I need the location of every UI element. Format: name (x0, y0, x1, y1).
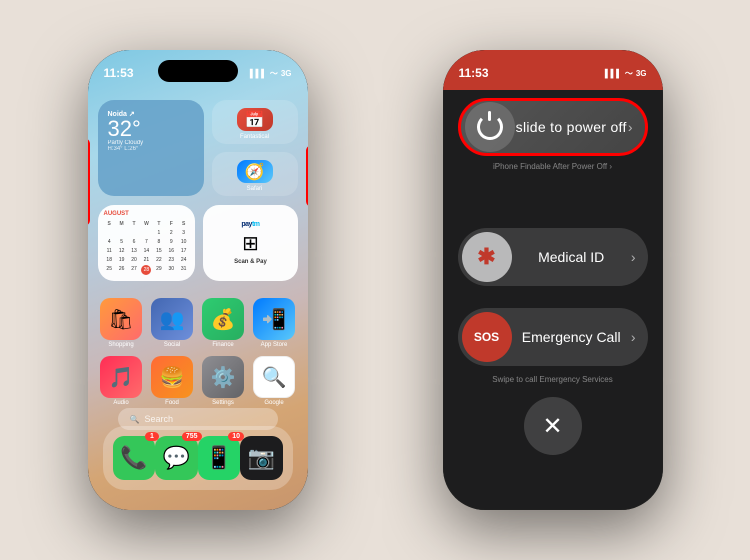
status-icons-left: ▌▌▌ 〜 3G (250, 68, 292, 79)
status-bar-right: 11:53 ▌▌▌ 〜 3G (443, 50, 663, 90)
paytm-logo: paytm (241, 221, 259, 228)
sos-slider[interactable]: SOS Emergency Call › (458, 308, 648, 366)
power-screen: 11:53 ▌▌▌ 〜 3G slide to power off › iPho… (443, 50, 663, 510)
weather-widget[interactable]: Noida ↗ 32° Partly Cloudy H:34° L:26° (98, 100, 204, 196)
fantastical-icon: 📅 (237, 108, 273, 131)
calendar-widget[interactable]: AUGUST S M T W T F S 1 2 (98, 205, 196, 281)
food-icon: 🍔 (151, 356, 193, 398)
calendar-grid: S M T W T F S 1 2 3 4 (104, 220, 190, 275)
swipe-hint: Swipe to call Emergency Services (443, 375, 663, 384)
top-widget-col: 📅 Fantastical 🧭 Safari (212, 100, 298, 196)
fantastical-label: Fantastical (240, 134, 269, 140)
status-icons-right: ▌▌▌ 〜 3G (605, 68, 647, 79)
search-placeholder: Search (144, 414, 173, 424)
safari-label: Safari (247, 186, 263, 192)
weather-temp: 32° (108, 118, 194, 140)
app-food[interactable]: 🍔 Food (149, 356, 196, 406)
qr-icon: ⊞ (242, 231, 259, 256)
social-icon: 👥 (151, 298, 193, 340)
emergency-call-label: Emergency Call (512, 329, 631, 345)
power-symbol-icon (477, 114, 503, 140)
finance-icon: 💰 (202, 298, 244, 340)
dock-whatsapp[interactable]: 📱 10 (198, 436, 241, 480)
power-off-slider[interactable]: slide to power off › (458, 98, 648, 156)
widget-row: Noida ↗ 32° Partly Cloudy H:34° L:26° 📅 … (98, 100, 298, 196)
left-phone: 11:53 ▌▌▌ 〜 3G Noida ↗ 32° Partly Cloudy… (88, 50, 308, 510)
app-audio[interactable]: 🎵 Audio (98, 356, 145, 406)
dock: 📞 1 💬 755 📱 10 📷 (103, 426, 293, 490)
findable-text: iPhone Findable After Power Off › (443, 162, 663, 171)
time-left: 11:53 (104, 66, 134, 80)
app-appstore[interactable]: 📲 App Store (251, 298, 298, 348)
right-phone: 11:53 ▌▌▌ 〜 3G slide to power off › iPho… (443, 50, 663, 510)
appstore-icon: 📲 (253, 298, 295, 340)
sos-icon: SOS (462, 312, 512, 362)
medical-chevron-icon: › (631, 249, 636, 265)
signal-icon: ▌▌▌ (250, 69, 267, 78)
dock-messages[interactable]: 💬 755 (155, 436, 198, 480)
power-off-label: slide to power off (515, 119, 628, 135)
calendar-month: AUGUST (104, 211, 190, 217)
time-right: 11:53 (459, 66, 489, 80)
fantastical-widget[interactable]: 📅 Fantastical (212, 100, 298, 144)
home-screen: 11:53 ▌▌▌ 〜 3G Noida ↗ 32° Partly Cloudy… (88, 50, 308, 510)
app-social[interactable]: 👥 Social (149, 298, 196, 348)
sos-chevron-icon: › (631, 329, 636, 345)
paytm-widget[interactable]: paytm ⊞ Scan & Pay (203, 205, 297, 281)
wifi-icon: 〜 (270, 68, 278, 79)
weather-range: H:34° L:26° (108, 146, 194, 152)
search-icon: 🔍 (130, 415, 140, 424)
app-google[interactable]: 🔍 Google (251, 356, 298, 406)
cancel-button[interactable]: ✕ (524, 397, 582, 455)
slider-thumb (465, 102, 515, 152)
medical-id-label: Medical ID (512, 249, 631, 265)
medical-id-icon: ✱ (462, 232, 512, 282)
wifi-icon-right: 〜 (625, 68, 633, 79)
signal-icon-right: ▌▌▌ (605, 69, 622, 78)
scene: 11:53 ▌▌▌ 〜 3G Noida ↗ 32° Partly Cloudy… (0, 0, 750, 560)
app-shopping[interactable]: 🛍 Shopping (98, 298, 145, 348)
apps-grid: 🛍 Shopping 👥 Social 💰 Finance 📲 App Stor… (98, 298, 298, 406)
medical-id-slider[interactable]: ✱ Medical ID › (458, 228, 648, 286)
google-icon: 🔍 (253, 356, 295, 398)
messages-badge: 755 (182, 432, 202, 441)
paytm-label: Scan & Pay (234, 259, 267, 265)
app-finance[interactable]: 💰 Finance (200, 298, 247, 348)
safari-icon: 🧭 (237, 160, 273, 183)
shopping-icon: 🛍 (100, 298, 142, 340)
dock-phone[interactable]: 📞 1 (113, 436, 156, 480)
network-icon-right: 3G (636, 69, 647, 78)
network-icon: 3G (281, 69, 292, 78)
status-bar-left: 11:53 ▌▌▌ 〜 3G (88, 50, 308, 90)
chevron-right-icon: › (628, 119, 633, 135)
settings-icon: ⚙️ (202, 356, 244, 398)
dock-camera[interactable]: 📷 (240, 436, 283, 480)
safari-widget[interactable]: 🧭 Safari (212, 152, 298, 196)
second-widget-row: AUGUST S M T W T F S 1 2 (98, 205, 298, 281)
app-settings[interactable]: ⚙️ Settings (200, 356, 247, 406)
audio-icon: 🎵 (100, 356, 142, 398)
